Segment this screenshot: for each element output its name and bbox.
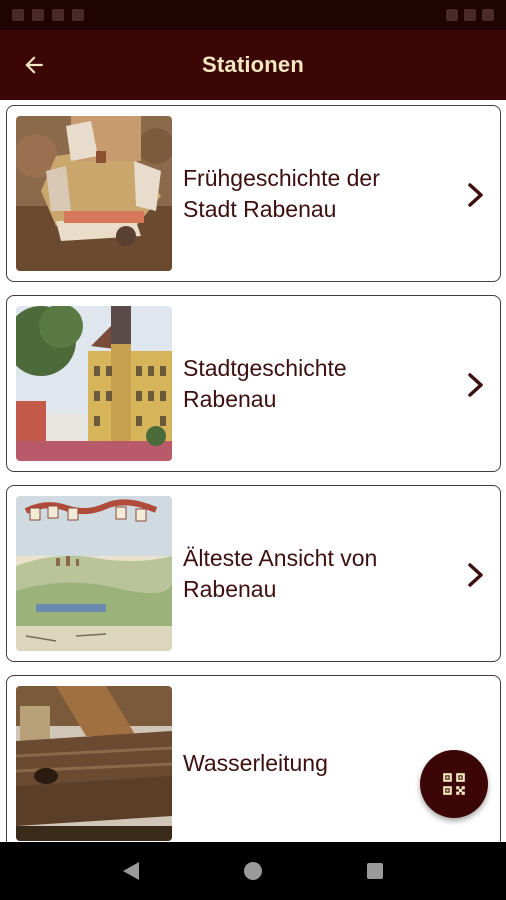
station-title: Frühgeschichte der Stadt Rabenau: [183, 164, 380, 222]
station-card-wasserleitung[interactable]: Wasserleitung: [6, 675, 501, 842]
castle-model-thumbnail: [16, 116, 172, 271]
qr-code-icon: [443, 773, 465, 795]
nav-recents-button[interactable]: [355, 851, 395, 891]
system-nav-bar: [0, 842, 506, 900]
station-title: Älteste Ansicht von Rabenau: [183, 544, 378, 602]
nav-recents-icon: [367, 863, 383, 879]
notification-icon: [52, 9, 64, 21]
station-card-fruehgeschichte[interactable]: Frühgeschichte der Stadt Rabenau: [6, 105, 501, 282]
station-card-stadtgeschichte[interactable]: Stadtgeschichte Rabenau: [6, 295, 501, 472]
app-bar: Stationen: [0, 30, 506, 100]
station-card-aelteste-ansicht[interactable]: Älteste Ansicht von Rabenau: [6, 485, 501, 662]
status-indicators: [446, 9, 494, 21]
nav-home-button[interactable]: [233, 851, 273, 891]
chevron-right-icon: [468, 373, 483, 397]
nav-back-button[interactable]: [111, 851, 151, 891]
station-title: Wasserleitung: [183, 750, 328, 776]
wooden-pipe-thumbnail: [16, 686, 172, 841]
station-list[interactable]: Frühgeschichte der Stadt Rabenau Stadtge…: [0, 100, 506, 842]
nav-back-icon: [123, 862, 139, 880]
town-hall-thumbnail: [16, 306, 172, 461]
status-notifications: [12, 9, 84, 21]
chevron-right-icon: [468, 563, 483, 587]
status-bar: [0, 0, 506, 30]
chevron-right-icon: [468, 183, 483, 207]
nav-home-icon: [244, 862, 262, 880]
notification-icon: [12, 9, 24, 21]
qr-scan-button[interactable]: [420, 750, 488, 818]
notification-icon: [72, 9, 84, 21]
notification-icon: [32, 9, 44, 21]
back-button[interactable]: [14, 47, 54, 83]
station-title: Stadtgeschichte Rabenau: [183, 354, 347, 412]
signal-icon: [464, 9, 476, 21]
arrow-left-icon: [25, 56, 43, 74]
battery-icon: [482, 9, 494, 21]
page-title: Stationen: [201, 52, 305, 77]
historic-panorama-thumbnail: [16, 496, 172, 651]
wifi-icon: [446, 9, 458, 21]
